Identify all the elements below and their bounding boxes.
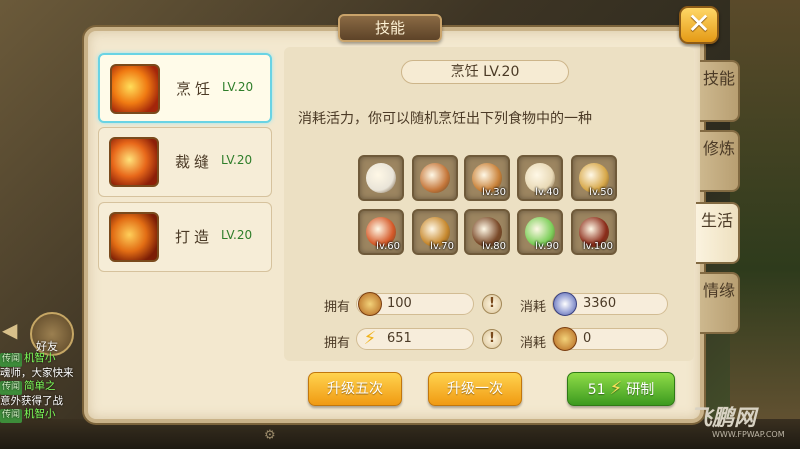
scenery-right [730, 0, 800, 449]
scenery-bottom [0, 419, 800, 449]
food-slot[interactable]: lv.80 [464, 209, 510, 255]
tab-cultivation[interactable]: 修炼 [700, 130, 740, 192]
skill-item-cooking[interactable]: 烹饪 LV.20 [98, 53, 272, 123]
info-button[interactable]: ! [482, 329, 502, 349]
close-button[interactable]: ✕ [679, 6, 719, 44]
food-level: lv.60 [376, 241, 400, 252]
forging-icon [109, 212, 159, 262]
skill-level: LV.20 [221, 153, 253, 167]
own-value-text: 651 [387, 331, 412, 346]
research-label: 研制 [626, 382, 655, 398]
food-slot[interactable]: lv.70 [412, 209, 458, 255]
food-level: lv.50 [589, 187, 613, 198]
info-button[interactable]: ! [482, 294, 502, 314]
chat-tag: 传闻 [0, 353, 23, 367]
tab-life[interactable]: 生活 [696, 202, 740, 264]
food-level: lv.80 [482, 241, 506, 252]
tab-romance[interactable]: 情缘 [700, 272, 740, 334]
food-level: lv.30 [482, 187, 506, 198]
gold-medal-icon [553, 327, 577, 351]
collapse-arrow-icon[interactable]: ◀ [2, 318, 24, 344]
food-slot[interactable]: lv.50 [571, 155, 617, 201]
tab-skills[interactable]: 技能 [700, 60, 740, 122]
skill-level: LV.20 [221, 228, 253, 242]
skill-description: 消耗活力，你可以随机烹饪出下列食物中的一种 [298, 111, 592, 127]
skill-item-tailoring[interactable]: 裁缝 LV.20 [98, 127, 272, 197]
tofu-dish-icon [366, 163, 396, 193]
upgrade-once-button[interactable]: 升级一次 [428, 372, 522, 406]
own-label: 拥有 [324, 336, 351, 351]
skill-name: 裁缝 [175, 153, 214, 171]
research-button[interactable]: 51 ⚡ 研制 [567, 372, 675, 406]
cost-label: 消耗 [520, 300, 547, 315]
cost-value-text: 0 [583, 331, 592, 346]
fish-dish-icon [420, 163, 450, 193]
tailoring-icon [109, 137, 159, 187]
chat-line: 传闻 机智小 [0, 352, 84, 367]
own-value-text: 100 [387, 296, 412, 311]
food-level: lv.90 [535, 241, 559, 252]
chat-tag: 传闻 [0, 381, 23, 395]
gear-icon: ⚙ [264, 428, 276, 443]
skill-item-forging[interactable]: 打造 LV.20 [98, 202, 272, 272]
chat-line: 意外获得了战 [0, 395, 84, 409]
watermark-logo: 飞鹏网 [690, 406, 757, 431]
food-slot[interactable]: lv.90 [517, 209, 563, 255]
chat-tag: 传闻 [0, 409, 23, 423]
chat-name: 机智小 [24, 408, 56, 420]
own-label: 拥有 [324, 300, 351, 315]
food-level: lv.40 [535, 187, 559, 198]
chat-name: 简单之 [24, 380, 56, 392]
gold-medal-icon [358, 292, 382, 316]
cost-value-text: 3360 [583, 296, 617, 311]
energy-bolt-icon: ⚡ [363, 328, 377, 349]
chat-log[interactable]: 传闻 机智小 魂师，大家快来 传闻 简单之 意外获得了战 传闻 机智小 [0, 352, 84, 423]
research-cost: 51 [587, 382, 606, 398]
food-slot[interactable]: lv.30 [464, 155, 510, 201]
chat-line: 传闻 机智小 [0, 408, 84, 423]
food-slot[interactable]: lv.40 [517, 155, 563, 201]
chat-line: 传闻 简单之 [0, 380, 84, 395]
cooking-icon [110, 64, 160, 114]
skill-name: 烹饪 [176, 80, 215, 98]
food-slot[interactable]: lv.60 [358, 209, 404, 255]
silver-coin-icon [553, 292, 577, 316]
skill-heading: 烹饪 LV.20 [401, 60, 569, 84]
chat-text: 魂师，大家快来 [0, 366, 74, 379]
watermark-url: WWW.FPWAP.COM [712, 430, 785, 439]
chat-name: 机智小 [24, 352, 56, 364]
chat-line: 魂师，大家快来 [0, 367, 84, 381]
food-slot[interactable]: lv.100 [571, 209, 617, 255]
energy-bolt-icon: ⚡ [609, 378, 623, 399]
cost-label: 消耗 [520, 336, 547, 351]
food-slot[interactable] [358, 155, 404, 201]
chat-text: 意外获得了战 [0, 394, 63, 407]
upgrade-five-button[interactable]: 升级五次 [308, 372, 402, 406]
window-title: 技能 [338, 14, 442, 42]
skill-level: LV.20 [222, 80, 254, 94]
food-level: lv.100 [582, 241, 613, 252]
skill-name: 打造 [175, 228, 214, 246]
food-level: lv.70 [430, 241, 454, 252]
food-slot[interactable] [412, 155, 458, 201]
